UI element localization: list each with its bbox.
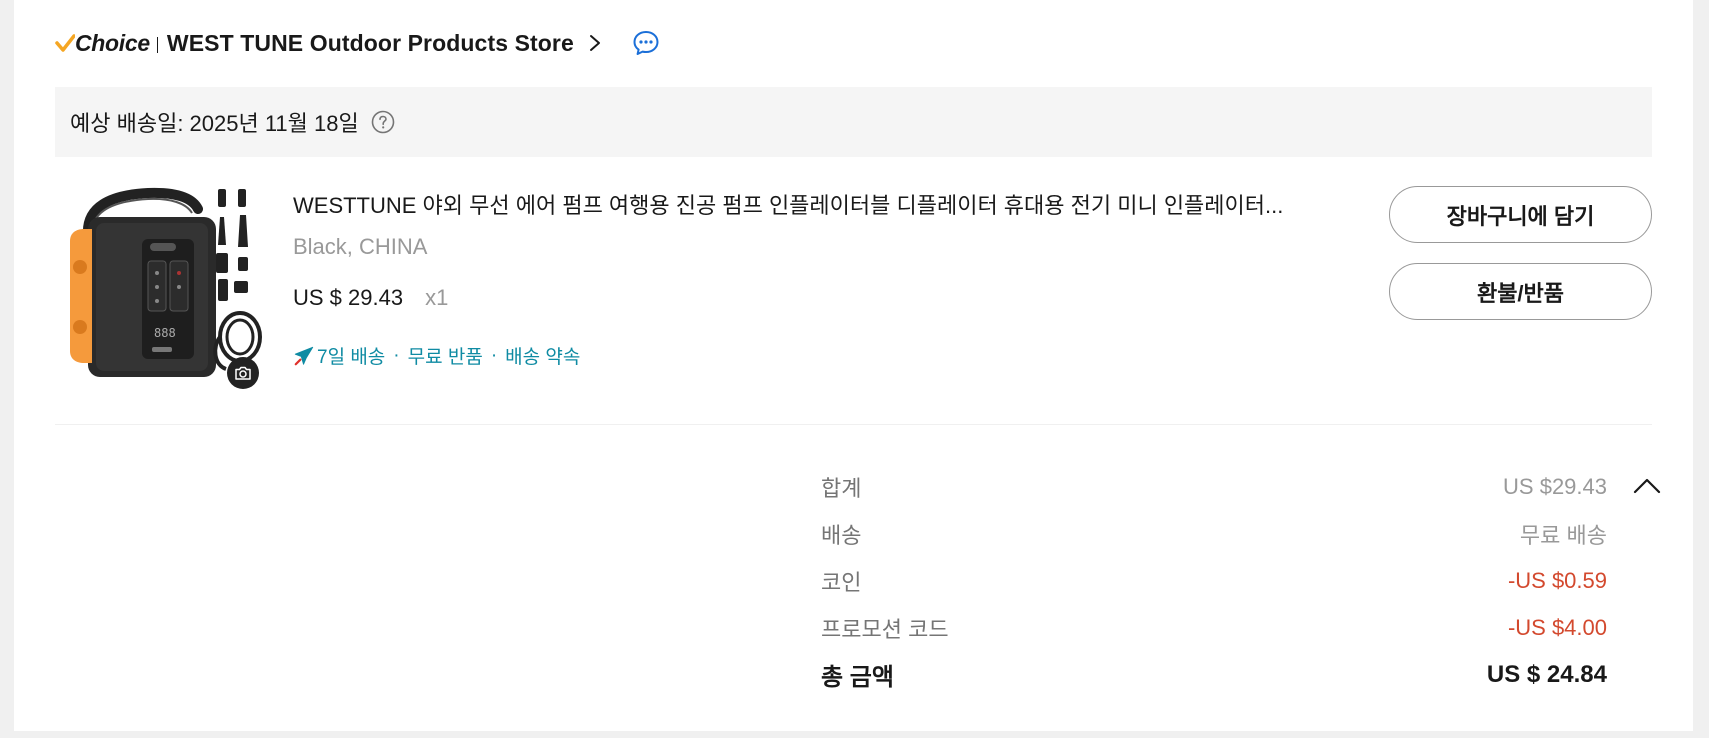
svg-text:888: 888 <box>154 326 176 340</box>
coins-label: 코인 <box>821 569 862 595</box>
subtotal-label: 합계 <box>821 475 862 501</box>
section-divider <box>55 424 1652 425</box>
product-quantity: x1 <box>425 285 449 310</box>
check-icon <box>55 34 75 52</box>
delivery-estimate-bar: 예상 배송일: 2025년 11월 18일 <box>55 87 1652 157</box>
perk-free-returns: 무료 반품 <box>407 347 483 368</box>
delivery-estimate: 예상 배송일: 2025년 11월 18일 <box>70 111 359 136</box>
refund-return-button[interactable]: 환불/반품 <box>1389 263 1652 320</box>
choice-label: Choice <box>75 29 150 56</box>
chat-icon[interactable] <box>632 29 660 57</box>
subtotal-value: US $29.43 <box>1503 473 1607 499</box>
product-title-link[interactable]: WESTTUNE 야외 무선 에어 펌프 여행용 진공 펌프 인플레이터블 디플… <box>293 188 1343 220</box>
help-icon[interactable] <box>371 110 395 134</box>
chevron-right-icon[interactable] <box>588 33 602 53</box>
store-header: Choice WEST TUNE Outdoor Products Store <box>55 26 660 60</box>
product-price: US $ 29.43 <box>293 285 404 310</box>
order-card: Choice WEST TUNE Outdoor Products Store … <box>14 0 1693 731</box>
summary-row-coins: 코인 -US $0.59 <box>821 557 1607 604</box>
summary-row-shipping: 배송 무료 배송 <box>821 510 1607 557</box>
chevron-up-icon[interactable] <box>1631 470 1663 502</box>
shipping-perks: 7일 배송 · 무료 반품 · 배송 약속 <box>293 342 580 369</box>
coins-value: -US $0.59 <box>1507 567 1607 593</box>
choice-logo: Choice <box>55 30 150 57</box>
perk-delivery-promise: 배송 약속 <box>505 347 581 368</box>
shipping-value: 무료 배송 <box>1519 522 1607 548</box>
logo-divider <box>156 37 158 53</box>
store-name-link[interactable]: WEST TUNE Outdoor Products Store <box>167 30 574 57</box>
perk-fast-delivery: 7일 배송 <box>317 347 386 368</box>
camera-icon <box>235 366 251 380</box>
summary-row-subtotal: 합계 US $29.43 <box>821 463 1607 510</box>
shipping-label: 배송 <box>821 522 862 548</box>
summary-row-total: 총 금액 US $ 24.84 <box>821 651 1607 698</box>
product-price-row: US $ 29.43 x1 <box>293 285 448 311</box>
order-summary: 합계 US $29.43 배송 무료 배송 코인 -US $0.59 프로모션 … <box>821 463 1607 698</box>
total-value: US $ 24.84 <box>1486 660 1607 688</box>
promo-code-value: -US $4.00 <box>1507 614 1607 640</box>
image-search-button[interactable] <box>227 357 259 389</box>
perk-separator: · <box>393 344 400 366</box>
promo-code-label: 프로모션 코드 <box>821 616 949 642</box>
perk-separator: · <box>490 344 498 366</box>
product-variant: Black, CHINA <box>293 234 428 259</box>
add-to-cart-button[interactable]: 장바구니에 담기 <box>1389 186 1652 243</box>
summary-row-promo: 프로모션 코드 -US $4.00 <box>821 604 1607 651</box>
total-label: 총 금액 <box>821 664 894 691</box>
airplane-icon <box>294 346 314 365</box>
